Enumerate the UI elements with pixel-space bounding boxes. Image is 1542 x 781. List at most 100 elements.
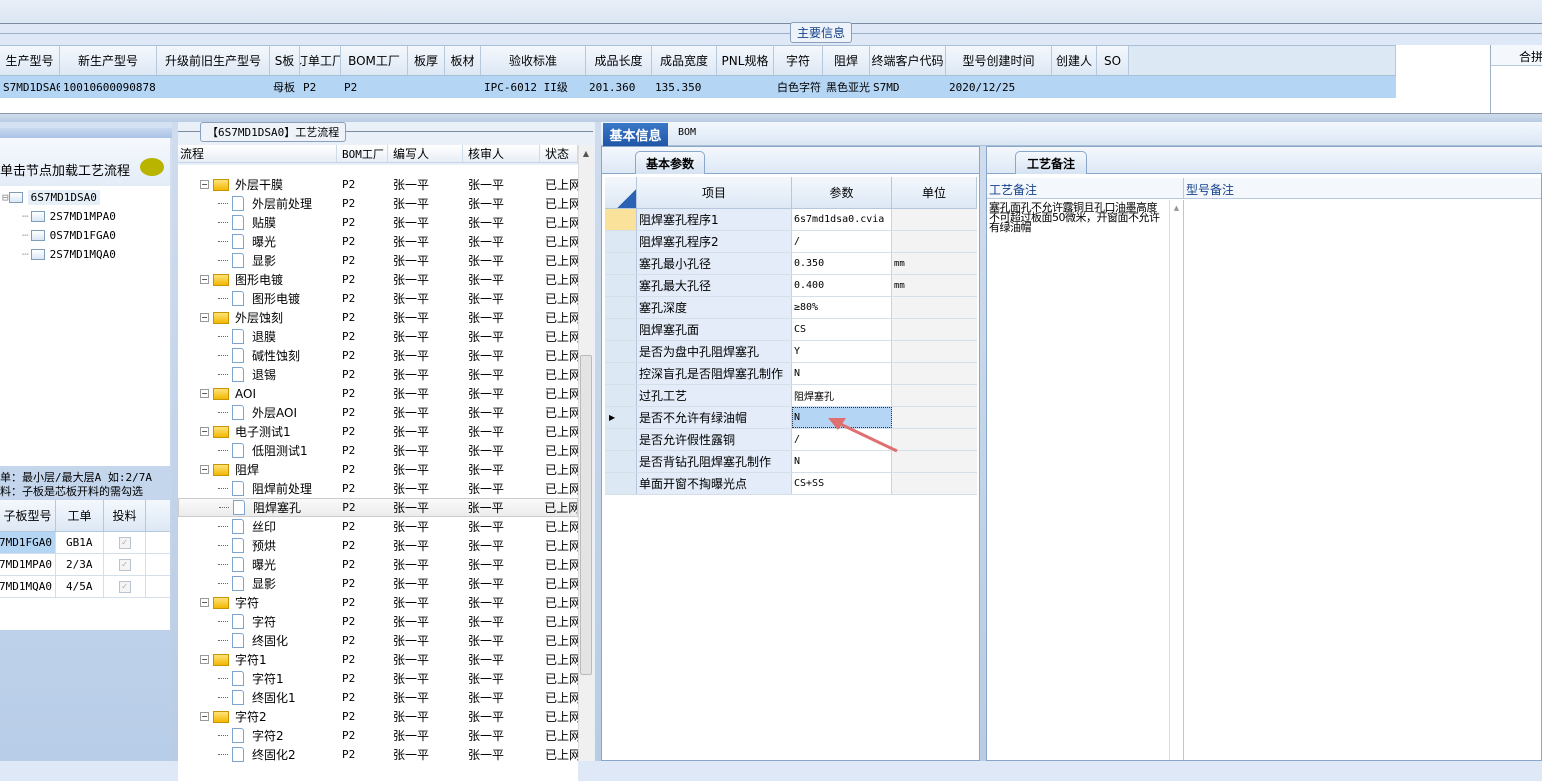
params-row[interactable]: 塞孔最小孔径 0.350 mm — [605, 253, 977, 275]
param-value[interactable]: N — [792, 363, 892, 384]
process-row[interactable]: 字符2 P2 张一平 张一平 已上网 — [178, 726, 578, 745]
row-header[interactable] — [605, 297, 637, 318]
main-info-row[interactable]: S7MD1DSA0 10010600090878 母板 P2 P2 IPC-6012 II… — [0, 76, 1396, 98]
param-value[interactable]: 0.400 — [792, 275, 892, 296]
collapse-icon[interactable]: − — [200, 712, 209, 721]
collapse-icon[interactable]: − — [200, 427, 209, 436]
param-value[interactable]: 阻焊塞孔 — [792, 385, 892, 406]
process-row[interactable]: − 阻焊 P2 张一平 张一平 已上网 — [178, 460, 578, 479]
process-row[interactable]: 终固化 P2 张一平 张一平 已上网 — [178, 631, 578, 650]
row-header[interactable] — [605, 429, 637, 450]
process-row[interactable]: 贴膜 P2 张一平 张一平 已上网 — [178, 213, 578, 232]
column-header[interactable]: 创建人 — [1052, 46, 1097, 75]
process-row[interactable]: 碱性蚀刻 P2 张一平 张一平 已上网 — [178, 346, 578, 365]
tree-node-root[interactable]: ⊟ 6S7MD1DSA0 — [0, 188, 170, 207]
column-header[interactable]: BOM工厂 — [337, 145, 388, 162]
row-header[interactable] — [605, 253, 637, 274]
process-row[interactable]: 显影 P2 张一平 张一平 已上网 — [178, 574, 578, 593]
column-header[interactable]: 生产型号 — [0, 46, 60, 75]
column-header[interactable]: 字符 — [774, 46, 823, 75]
process-row[interactable]: 低阻测试1 P2 张一平 张一平 已上网 — [178, 441, 578, 460]
column-header[interactable]: 参数 — [792, 177, 892, 208]
column-header[interactable]: 板厚 — [408, 46, 445, 75]
params-row[interactable]: 阻焊塞孔程序1 6s7md1dsa0.cvia — [605, 209, 977, 231]
column-header[interactable]: 成品宽度 — [652, 46, 717, 75]
table-row[interactable]: S7MD1FGA0GB1A ✓ — [0, 532, 170, 554]
param-value[interactable]: 6s7md1dsa0.cvia — [792, 209, 892, 230]
param-value[interactable]: CS — [792, 319, 892, 340]
process-row[interactable]: − 字符1 P2 张一平 张一平 已上网 — [178, 650, 578, 669]
params-row[interactable]: 单面开窗不掏曝光点 CS+SS — [605, 473, 977, 495]
column-header[interactable]: 订单工厂 — [300, 46, 341, 75]
process-row[interactable]: 终固化2 P2 张一平 张一平 已上网 — [178, 745, 578, 764]
table-row[interactable]: S7MD1MPA02/3A ✓ — [0, 554, 170, 576]
row-header[interactable] — [605, 275, 637, 296]
column-header[interactable]: 工单 — [56, 500, 104, 531]
column-header[interactable]: 成品长度 — [586, 46, 652, 75]
column-header[interactable]: 型号创建时间 — [946, 46, 1052, 75]
collapse-icon[interactable]: − — [200, 275, 209, 284]
params-row[interactable]: ▶ 是否不允许有绿油帽 N — [605, 407, 977, 429]
column-header[interactable]: 子板型号 — [0, 500, 56, 531]
collapse-icon[interactable]: − — [200, 465, 209, 474]
column-header[interactable]: S板 — [270, 46, 300, 75]
process-row[interactable]: − 字符 P2 张一平 张一平 已上网 — [178, 593, 578, 612]
process-row[interactable]: 曝光 P2 张一平 张一平 已上网 — [178, 555, 578, 574]
column-header[interactable]: 核审人 — [463, 145, 540, 162]
row-header[interactable] — [605, 341, 637, 362]
tree-node[interactable]: ┄ 2S7MD1MQA0 — [0, 245, 170, 264]
row-header[interactable]: ▶ — [605, 407, 637, 428]
column-header[interactable]: 编写人 — [388, 145, 463, 162]
param-value[interactable]: Y — [792, 341, 892, 362]
process-row[interactable]: 预烘 P2 张一平 张一平 已上网 — [178, 536, 578, 555]
process-row[interactable]: 曝光 P2 张一平 张一平 已上网 — [178, 232, 578, 251]
params-row[interactable]: 过孔工艺 阻焊塞孔 — [605, 385, 977, 407]
process-row[interactable]: 显影 P2 张一平 张一平 已上网 — [178, 251, 578, 270]
column-header[interactable]: PNL规格 — [717, 46, 774, 75]
column-header[interactable]: 新生产型号 — [60, 46, 157, 75]
column-header[interactable]: 状态 — [540, 145, 578, 162]
column-header[interactable]: 单位 — [892, 177, 977, 208]
param-value[interactable]: ≥80% — [792, 297, 892, 318]
params-row[interactable]: 是否允许假性露铜 / — [605, 429, 977, 451]
column-header[interactable]: BOM工厂 — [341, 46, 408, 75]
column-header[interactable]: 板材 — [445, 46, 481, 75]
tab-process-remarks[interactable]: 工艺备注 — [1015, 151, 1087, 174]
process-scrollbar[interactable]: ▲ — [578, 145, 593, 761]
horizontal-splitter[interactable] — [0, 113, 1542, 122]
process-row[interactable]: 外层AOI P2 张一平 张一平 已上网 — [178, 403, 578, 422]
column-header[interactable]: 阻焊 — [823, 46, 870, 75]
process-row[interactable]: 退锡 P2 张一平 张一平 已上网 — [178, 365, 578, 384]
process-row[interactable]: − 电子测试1 P2 张一平 张一平 已上网 — [178, 422, 578, 441]
row-header[interactable] — [605, 473, 637, 494]
process-row[interactable]: 阻焊前处理 P2 张一平 张一平 已上网 — [178, 479, 578, 498]
row-header[interactable] — [605, 385, 637, 406]
params-row[interactable]: 是否为盘中孔阻焊塞孔 Y — [605, 341, 977, 363]
column-header[interactable]: 项目 — [637, 177, 792, 208]
process-row[interactable]: − AOI P2 张一平 张一平 已上网 — [178, 384, 578, 403]
params-row[interactable]: 塞孔最大孔径 0.400 mm — [605, 275, 977, 297]
collapse-icon[interactable]: − — [200, 313, 209, 322]
tab-bom[interactable]: BOM — [678, 127, 696, 138]
row-header[interactable] — [605, 319, 637, 340]
column-header[interactable]: 升级前旧生产型号 — [157, 46, 270, 75]
table-row[interactable]: S7MD1MQA04/5A ✓ — [0, 576, 170, 598]
tree-node[interactable]: ┄ 2S7MD1MPA0 — [0, 207, 170, 226]
param-value[interactable]: CS+SS — [792, 473, 892, 494]
collapse-icon[interactable]: − — [200, 598, 209, 607]
row-header[interactable] — [605, 363, 637, 384]
params-row[interactable]: 阻焊塞孔面 CS — [605, 319, 977, 341]
process-row[interactable]: 字符 P2 张一平 张一平 已上网 — [178, 612, 578, 631]
params-row[interactable]: 塞孔深度 ≥80% — [605, 297, 977, 319]
row-header[interactable] — [605, 451, 637, 472]
column-header[interactable]: 流程 — [178, 145, 337, 162]
process-row[interactable]: 外层前处理 P2 张一平 张一平 已上网 — [178, 194, 578, 213]
process-row[interactable]: 终固化1 P2 张一平 张一平 已上网 — [178, 688, 578, 707]
params-row[interactable]: 阻焊塞孔程序2/ — [605, 231, 977, 253]
param-value[interactable]: 0.350 — [792, 253, 892, 274]
collapse-icon[interactable]: − — [200, 655, 209, 664]
row-header[interactable] — [605, 209, 637, 230]
row-header[interactable] — [605, 231, 637, 252]
collapse-icon[interactable]: − — [200, 180, 209, 189]
column-header[interactable]: 投料 — [104, 500, 146, 531]
